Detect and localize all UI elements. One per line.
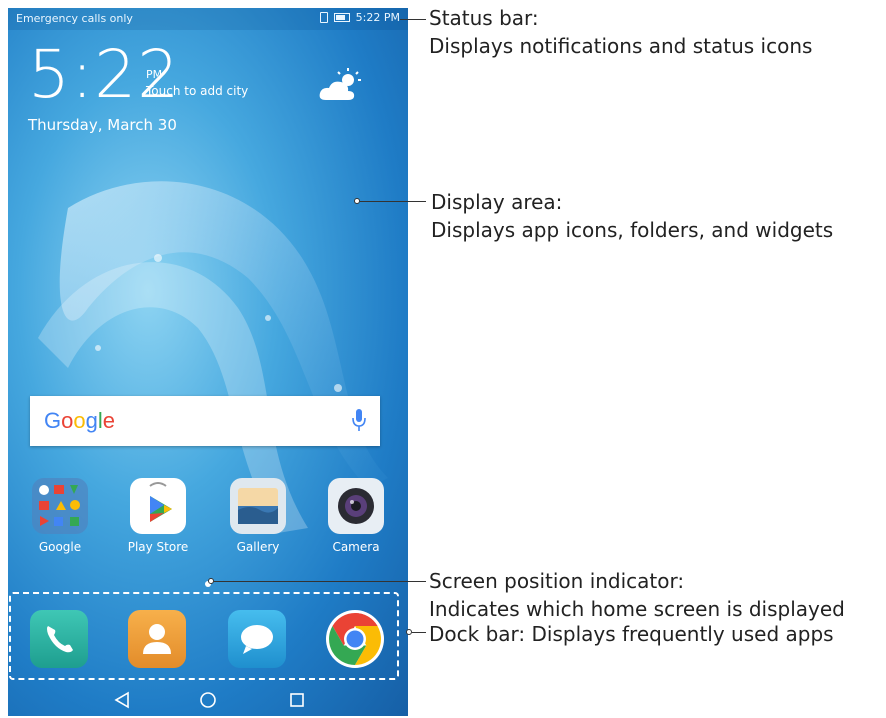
status-bar-leader bbox=[400, 19, 426, 20]
phone-screen: Emergency calls only 5:22 PM 5:22 PM Tou… bbox=[8, 8, 408, 716]
dock-bar bbox=[8, 596, 408, 684]
callout-text: Displays app icons, folders, and widgets bbox=[431, 218, 834, 242]
sim-icon bbox=[319, 12, 328, 23]
status-time: 5:22 PM bbox=[355, 11, 400, 24]
app-google-folder[interactable]: Google bbox=[20, 478, 100, 554]
partly-cloudy-icon[interactable] bbox=[318, 68, 362, 104]
carrier-text: Emergency calls only bbox=[16, 12, 133, 25]
back-triangle-icon[interactable] bbox=[114, 691, 129, 709]
indicator-leader bbox=[214, 581, 426, 582]
google-folder-icon bbox=[32, 478, 88, 534]
dock-bar-callout: Dock bar: Displays frequently used apps bbox=[429, 620, 834, 648]
recents-square-icon[interactable] bbox=[290, 693, 304, 707]
callout-title: Screen position indicator: bbox=[429, 569, 685, 593]
status-bar-callout: Status bar: Displays notifications and s… bbox=[429, 4, 812, 60]
app-play-store[interactable]: Play Store bbox=[118, 478, 198, 554]
battery-icon bbox=[333, 13, 350, 22]
callout-title: Display area: bbox=[431, 190, 563, 214]
app-label: Google bbox=[38, 540, 82, 554]
callout-text: Dock bar: Displays frequently used apps bbox=[429, 622, 834, 646]
app-label: Play Store bbox=[127, 540, 189, 554]
microphone-icon[interactable] bbox=[352, 408, 366, 432]
contacts-icon[interactable] bbox=[128, 610, 186, 668]
navigation-bar bbox=[8, 684, 408, 716]
app-camera[interactable]: Camera bbox=[316, 478, 396, 554]
status-bar: Emergency calls only 5:22 PM bbox=[8, 8, 408, 30]
camera-icon bbox=[328, 478, 384, 534]
gallery-icon bbox=[230, 478, 286, 534]
callout-text: Indicates which home screen is displayed bbox=[429, 597, 845, 621]
phone-icon[interactable] bbox=[30, 610, 88, 668]
display-area-leader bbox=[360, 201, 426, 202]
chrome-icon[interactable] bbox=[326, 610, 384, 668]
add-city-link[interactable]: Touch to add city bbox=[146, 84, 248, 98]
display-area-callout: Display area: Displays app icons, folder… bbox=[431, 188, 833, 244]
app-label: Gallery bbox=[236, 540, 280, 554]
messages-icon[interactable] bbox=[228, 610, 286, 668]
play-store-icon bbox=[130, 478, 186, 534]
clock-ampm: PM bbox=[146, 68, 163, 81]
app-label: Camera bbox=[332, 540, 380, 554]
screen-indicator-callout: Screen position indicator: Indicates whi… bbox=[429, 567, 845, 623]
dock-leader bbox=[412, 632, 426, 633]
app-gallery[interactable]: Gallery bbox=[218, 478, 298, 554]
google-logo: Google bbox=[44, 408, 116, 433]
home-circle-icon[interactable] bbox=[200, 692, 216, 708]
date-label: Thursday, March 30 bbox=[28, 116, 177, 134]
google-search-widget[interactable]: Google bbox=[30, 396, 380, 446]
callout-title: Status bar: bbox=[429, 6, 539, 30]
callout-text: Displays notifications and status icons bbox=[429, 34, 813, 58]
